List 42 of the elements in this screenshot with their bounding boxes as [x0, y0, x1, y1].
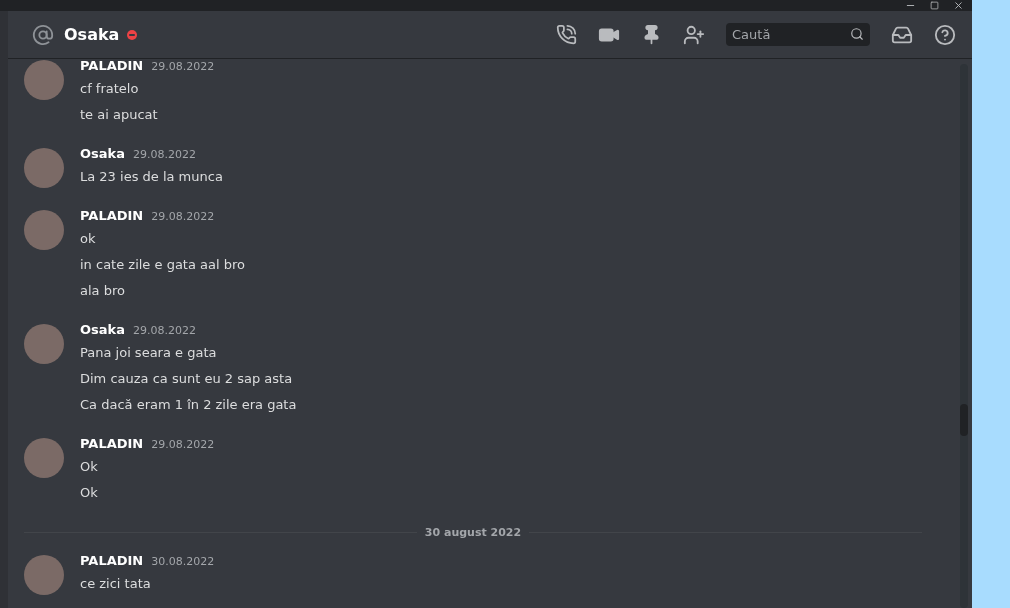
message-text: ce zici tata [80, 575, 152, 593]
message-time: 29.08.2022 [133, 148, 196, 161]
message-text: Dim cauza ca sunt eu 2 sap asta [80, 370, 294, 388]
message-time: 29.08.2022 [133, 324, 196, 337]
message-text: Pana joi seara e gata [80, 344, 218, 362]
message-time: 29.08.2022 [151, 438, 215, 451]
message-text: te ai apucat [80, 106, 159, 124]
author-name[interactable]: Osaka [80, 146, 125, 161]
author-name[interactable]: PALADIN [80, 58, 144, 73]
message-time: 29.08.2022 [151, 210, 215, 223]
maximize-icon[interactable] [930, 1, 939, 10]
message-time: 30.08.2022 [151, 555, 215, 568]
message-text: Ok [80, 458, 99, 476]
avatar-placeholder[interactable] [24, 210, 64, 250]
message-text: ala bro [80, 282, 126, 300]
author-name[interactable]: PALADIN [80, 208, 144, 223]
message-text: cf fratelo [80, 80, 140, 98]
avatar-placeholder[interactable] [24, 324, 64, 364]
channel-title: Osaka [64, 25, 120, 44]
author-name[interactable]: PALADIN [80, 553, 144, 568]
close-icon[interactable] [953, 0, 964, 11]
avatar-placeholder[interactable] [24, 148, 64, 188]
avatar-placeholder[interactable] [24, 438, 64, 478]
avatar-placeholder[interactable] [24, 555, 64, 595]
avatar-placeholder[interactable] [24, 60, 64, 100]
add-friend-icon[interactable] [683, 23, 705, 46]
message-text: ok [80, 230, 97, 248]
message-text: in cate zile e gata aal bro [80, 256, 245, 274]
at-sign-icon [32, 23, 54, 46]
message-text: Ok [80, 484, 99, 502]
phone-call-icon[interactable] [556, 24, 577, 45]
message-time: 29.08.2022 [151, 60, 215, 73]
author-name[interactable]: PALADIN [80, 436, 144, 451]
search-icon [850, 27, 864, 41]
scrollbar-track[interactable] [960, 64, 968, 608]
scrollbar-thumb[interactable] [960, 404, 968, 436]
help-icon[interactable] [934, 23, 956, 46]
date-divider-label: 30 august 2022 [424, 526, 522, 539]
author-name[interactable]: Osaka [80, 322, 125, 337]
message-text: Ca dacă eram 1 în 2 zile era gata [80, 396, 297, 414]
message-text: La 23 ies de la munca [80, 168, 223, 186]
search-field[interactable]: Caută [726, 23, 870, 46]
